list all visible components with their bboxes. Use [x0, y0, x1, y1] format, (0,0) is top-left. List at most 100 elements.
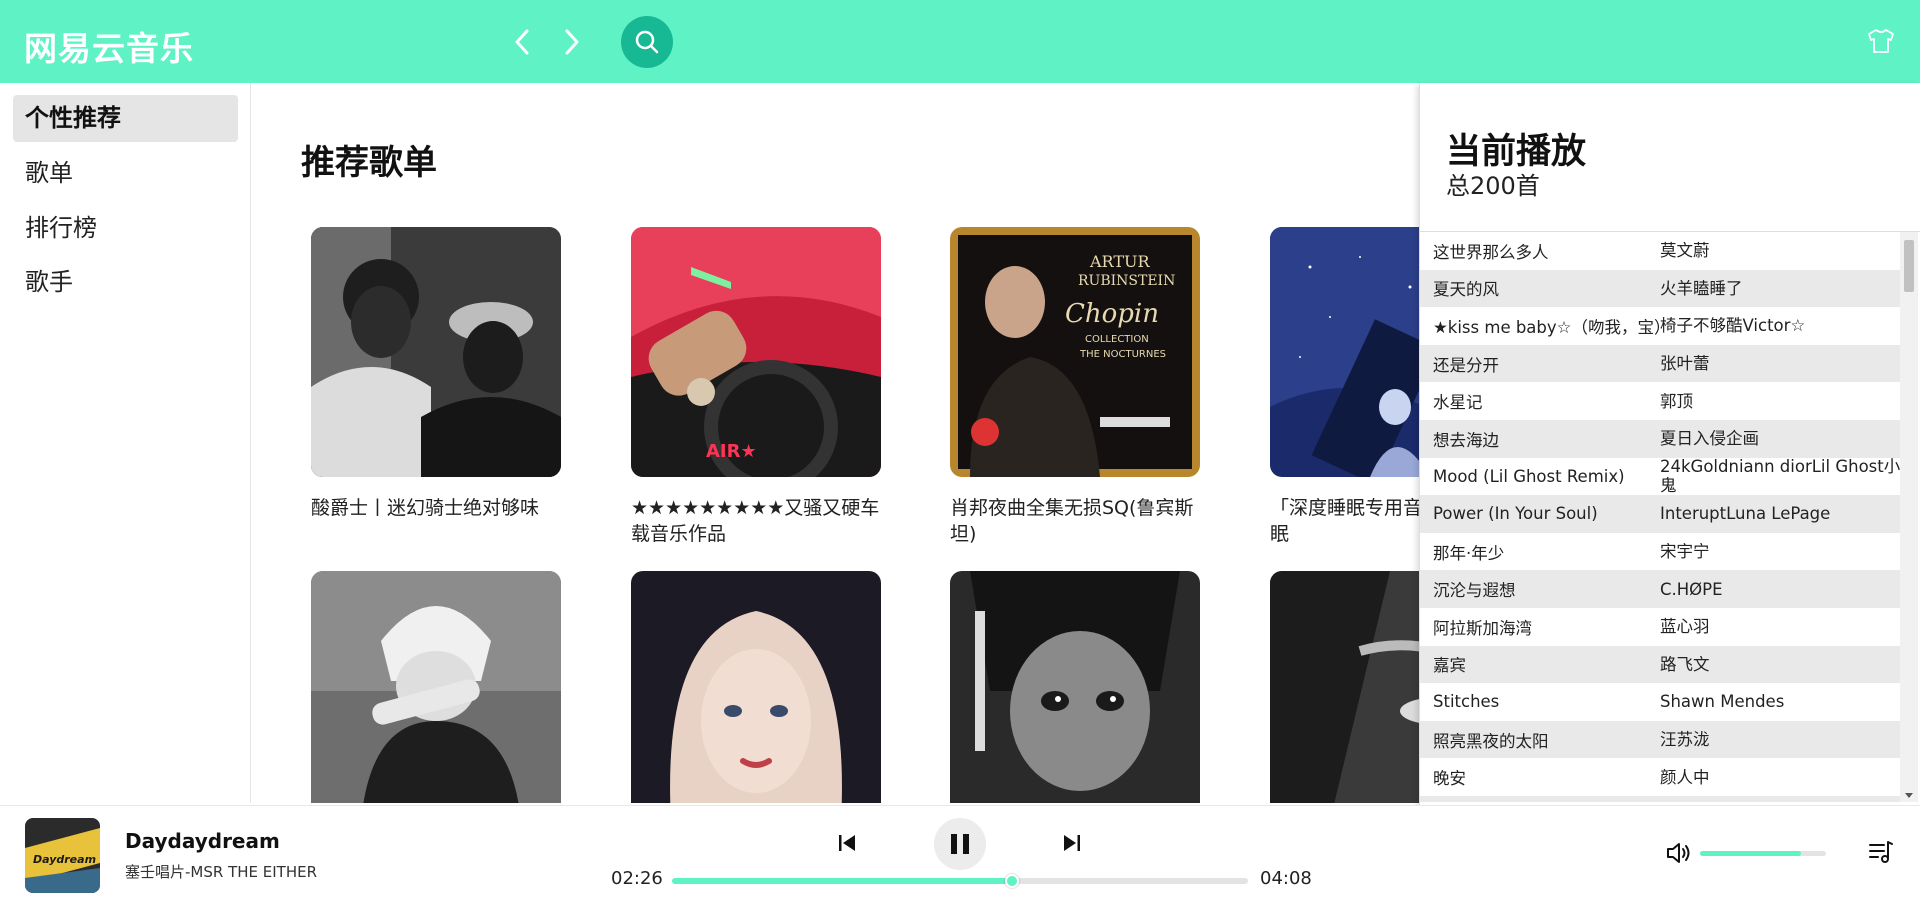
sidebar: 个性推荐 歌单 排行榜 歌手: [0, 83, 251, 803]
song-row[interactable]: 嘉宾 路飞文: [1420, 645, 1901, 684]
song-name: Power (In Your Soul): [1433, 504, 1598, 524]
track-artist[interactable]: 塞壬唱片-MSR THE EITHER: [125, 861, 317, 882]
playlist-card[interactable]: [311, 571, 561, 803]
track-title[interactable]: Daydaydream: [125, 829, 280, 853]
playlist-title[interactable]: 「深度睡眠专用音效 自我催眠: [1270, 495, 1420, 547]
song-row[interactable]: Power (In Your Soul) InteruptLuna LePage: [1420, 495, 1901, 533]
song-name: Mood (Lil Ghost Remix): [1433, 466, 1625, 486]
svg-text:Chopin: Chopin: [1065, 299, 1159, 329]
song-name: 嘉宾: [1433, 656, 1466, 676]
chevron-left-icon: [515, 29, 529, 55]
song-row[interactable]: 这世界那么多人 莫文蔚: [1420, 232, 1901, 270]
total-time: 04:08: [1260, 868, 1312, 889]
playlist-card[interactable]: [1270, 571, 1420, 803]
song-name: ★kiss me baby☆（吻我，宝）: [1433, 317, 1660, 337]
song-artist: 蓝心羽: [1660, 617, 1710, 637]
search-button[interactable]: [621, 16, 673, 68]
song-name: 夏天的风: [1433, 280, 1499, 300]
volume-slider[interactable]: [1700, 851, 1826, 856]
song-artist: 郭顶: [1660, 391, 1693, 411]
song-name: 想去海边: [1433, 430, 1499, 450]
song-artist: 夏日入侵企画: [1660, 429, 1759, 449]
playlist-cover[interactable]: [1270, 571, 1420, 803]
song-row[interactable]: 还是分开 张叶蕾: [1420, 344, 1901, 383]
current-time: 02:26: [611, 868, 663, 889]
section-title: 推荐歌单: [301, 143, 437, 183]
main-content: 推荐歌单 酸爵士丨迷幻骑士绝对够味 AIR★ ★★★★★★★★★又骚又硬车载音乐…: [252, 83, 1420, 803]
song-row[interactable]: 水星记 郭顶: [1420, 382, 1901, 420]
back-button[interactable]: [505, 24, 539, 60]
song-name: 沉沦与遐想: [1433, 581, 1516, 601]
song-name: Stitches: [1433, 692, 1500, 712]
playlist-cover[interactable]: [311, 227, 561, 477]
song-row[interactable]: ★kiss me baby☆（吻我，宝） 椅子不够酷Victor☆: [1420, 307, 1901, 345]
tshirt-icon: [1868, 29, 1894, 53]
song-artist: 24kGoldniann diorLil Ghost小鬼: [1660, 457, 1901, 496]
playlist-card[interactable]: 「深度睡眠专用音效 自我催眠: [1270, 227, 1420, 547]
next-button[interactable]: [1057, 828, 1087, 858]
playlist-card[interactable]: [631, 571, 881, 803]
playlist-cover[interactable]: [950, 571, 1200, 803]
pause-icon: [951, 834, 969, 854]
progress-bar[interactable]: [672, 874, 1248, 888]
svg-text:Daydream: Daydream: [33, 853, 96, 866]
current-track-cover[interactable]: Daydream: [25, 818, 100, 893]
song-artist: 颜人中: [1660, 767, 1710, 787]
playlist-cover[interactable]: ARTUR RUBINSTEIN Chopin COLLECTION THE N…: [950, 227, 1200, 477]
chevron-right-icon: [565, 29, 579, 55]
top-header: 网易云音乐: [0, 0, 1920, 83]
playlist-title[interactable]: ★★★★★★★★★又骚又硬车载音乐作品: [631, 495, 881, 547]
song-artist: 汪苏泷: [1660, 730, 1710, 750]
song-artist: 椅子不够酷Victor☆: [1660, 316, 1806, 336]
volume-button[interactable]: [1664, 838, 1694, 868]
playlist-title[interactable]: 肖邦夜曲全集无损SQ(鲁宾斯坦): [950, 495, 1200, 547]
sidebar-item-artists[interactable]: 歌手: [13, 259, 238, 306]
song-artist: 张叶蕾: [1660, 354, 1710, 374]
playlist-cover[interactable]: [1270, 227, 1420, 477]
skin-button[interactable]: [1864, 24, 1898, 58]
playlist-card[interactable]: AIR★ ★★★★★★★★★又骚又硬车载音乐作品: [631, 227, 881, 547]
playlist-cover[interactable]: [631, 571, 881, 803]
playlist-card[interactable]: ARTUR RUBINSTEIN Chopin COLLECTION THE N…: [950, 227, 1200, 547]
song-artist: 宋宇宁: [1660, 542, 1710, 562]
forward-button[interactable]: [555, 24, 589, 60]
playlist-card[interactable]: 酸爵士丨迷幻骑士绝对够味: [311, 227, 561, 521]
svg-text:AIR★: AIR★: [706, 441, 757, 462]
song-row[interactable]: 阿拉斯加海湾 蓝心羽: [1420, 608, 1901, 646]
song-name: 阿拉斯加海湾: [1433, 618, 1532, 638]
song-row[interactable]: 那年·年少 宋宇宁: [1420, 533, 1901, 571]
song-artist: InteruptLuna LePage: [1660, 504, 1831, 524]
app-logo[interactable]: 网易云音乐: [24, 22, 194, 70]
song-row[interactable]: 想去海边 夏日入侵企画: [1420, 419, 1901, 458]
song-artist: C.HØPE: [1660, 579, 1723, 599]
song-row[interactable]: 晚安 颜人中: [1420, 758, 1901, 796]
now-playing-panel: 当前播放 总200首 这世界那么多人 莫文蔚 夏天的风 火羊瞌睡了 ★kiss me…: [1419, 83, 1920, 805]
pause-button[interactable]: [934, 818, 986, 870]
playlist-card[interactable]: [950, 571, 1200, 803]
song-row[interactable]: 沉沦与遐想 C.HØPE: [1420, 570, 1901, 608]
scroll-down-arrow-icon[interactable]: [1905, 793, 1913, 798]
song-count: 总200首: [1446, 172, 1540, 200]
song-list[interactable]: 这世界那么多人 莫文蔚 夏天的风 火羊瞌睡了 ★kiss me baby☆（吻我，宝…: [1420, 232, 1901, 802]
song-row[interactable]: Stitches Shawn Mendes: [1420, 683, 1901, 721]
song-row[interactable]: Mood (Lil Ghost Remix) 24kGoldniann diorL…: [1420, 457, 1901, 496]
scroll-thumb[interactable]: [1904, 240, 1914, 292]
sidebar-item-playlists[interactable]: 歌单: [13, 150, 238, 197]
playlist-cover[interactable]: [311, 571, 561, 803]
sidebar-item-recommend[interactable]: 个性推荐: [13, 95, 238, 142]
playlist-icon: [1869, 841, 1893, 863]
song-row[interactable]: 照亮黑夜的太阳 汪苏泷: [1420, 720, 1901, 759]
search-icon: [635, 30, 659, 54]
progress-fill: [672, 878, 1012, 884]
player-bar: Daydream Daydaydream 塞壬唱片-MSR THE EITHER…: [0, 805, 1920, 902]
playlist-toggle-button[interactable]: [1865, 837, 1895, 867]
volume-fill: [1700, 851, 1801, 856]
sidebar-item-charts[interactable]: 排行榜: [13, 205, 238, 252]
playlist-title[interactable]: 酸爵士丨迷幻骑士绝对够味: [311, 495, 561, 521]
previous-button[interactable]: [832, 828, 862, 858]
song-row[interactable]: [1420, 795, 1901, 802]
playlist-scrollbar[interactable]: [1900, 232, 1918, 802]
playlist-cover[interactable]: AIR★: [631, 227, 881, 477]
song-row[interactable]: 夏天的风 火羊瞌睡了: [1420, 269, 1901, 308]
progress-handle[interactable]: [1004, 874, 1019, 888]
